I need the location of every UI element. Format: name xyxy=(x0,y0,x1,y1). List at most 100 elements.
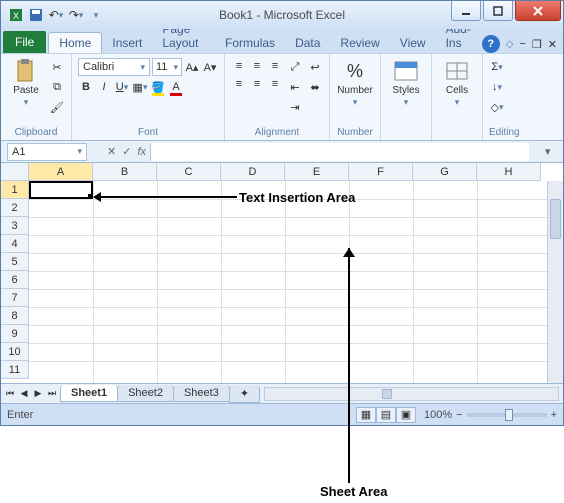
maximize-button[interactable] xyxy=(483,1,513,21)
tab-data[interactable]: Data xyxy=(285,33,330,53)
sheet-tab-1[interactable]: Sheet1 xyxy=(60,385,118,402)
sheet-tab-bar: ⏮ ◀ ▶ ⏭ Sheet1 Sheet2 Sheet3 ✦ xyxy=(1,383,563,403)
decrease-indent-icon[interactable]: ⇤ xyxy=(287,78,303,96)
font-name-select[interactable]: Calibri▾ xyxy=(78,58,150,76)
row-header-11[interactable]: 11 xyxy=(1,361,29,379)
align-bottom-icon[interactable]: ≡ xyxy=(267,58,283,74)
autosum-icon[interactable]: Σ▾ xyxy=(489,58,505,76)
col-header-b[interactable]: B xyxy=(93,163,157,181)
bold-button[interactable]: B xyxy=(78,78,94,96)
align-right-icon[interactable]: ≡ xyxy=(267,76,283,92)
qat-customize-icon[interactable]: ▾ xyxy=(87,6,105,24)
sheet-tab-3[interactable]: Sheet3 xyxy=(173,385,230,402)
doc-close-icon[interactable]: ✕ xyxy=(548,38,557,51)
help-icon[interactable]: ? xyxy=(482,35,500,53)
cut-icon[interactable]: ✂ xyxy=(49,58,65,76)
col-header-g[interactable]: G xyxy=(413,163,477,181)
paste-button[interactable]: Paste ▾ xyxy=(7,58,45,108)
sheet-nav-next-icon[interactable]: ▶ xyxy=(31,386,45,402)
col-header-a[interactable]: A xyxy=(29,163,93,181)
fx-icon[interactable]: fx xyxy=(137,146,146,158)
sheet-tab-2[interactable]: Sheet2 xyxy=(117,385,174,402)
clear-icon[interactable]: ◇▾ xyxy=(489,98,505,116)
expand-formula-bar-icon[interactable]: ▾ xyxy=(545,145,559,159)
row-header-8[interactable]: 8 xyxy=(1,307,29,325)
align-left-icon[interactable]: ≡ xyxy=(231,76,247,92)
normal-view-icon[interactable]: ▦ xyxy=(356,407,376,423)
row-header-10[interactable]: 10 xyxy=(1,343,29,361)
page-layout-view-icon[interactable]: ▤ xyxy=(376,407,396,423)
increase-indent-icon[interactable]: ⇥ xyxy=(287,98,303,116)
col-header-d[interactable]: D xyxy=(221,163,285,181)
status-bar: Enter ▦ ▤ ▣ 100% − + xyxy=(1,403,563,425)
tab-view[interactable]: View xyxy=(390,33,436,53)
doc-restore-icon[interactable]: ❐ xyxy=(532,38,542,51)
zoom-level[interactable]: 100% xyxy=(424,409,452,421)
align-top-icon[interactable]: ≡ xyxy=(231,58,247,74)
name-box[interactable]: A1▾ xyxy=(7,143,87,161)
sheet-nav-prev-icon[interactable]: ◀ xyxy=(17,386,31,402)
col-header-h[interactable]: H xyxy=(477,163,541,181)
row-header-7[interactable]: 7 xyxy=(1,289,29,307)
row-header-2[interactable]: 2 xyxy=(1,199,29,217)
grow-font-icon[interactable]: A▴ xyxy=(184,58,200,76)
underline-button[interactable]: U▾ xyxy=(114,78,130,96)
zoom-out-button[interactable]: − xyxy=(456,409,462,421)
wrap-text-icon[interactable]: ↩ xyxy=(307,58,323,76)
fill-color-icon[interactable]: 🪣 xyxy=(150,78,166,96)
select-all-corner[interactable] xyxy=(1,163,29,181)
tab-formulas[interactable]: Formulas xyxy=(215,33,285,53)
page-break-view-icon[interactable]: ▣ xyxy=(396,407,416,423)
row-header-6[interactable]: 6 xyxy=(1,271,29,289)
new-sheet-button[interactable]: ✦ xyxy=(229,385,260,403)
shrink-font-icon[interactable]: A▾ xyxy=(202,58,218,76)
close-button[interactable] xyxy=(515,1,561,21)
doc-minimize-icon[interactable]: − xyxy=(519,38,525,50)
align-center-icon[interactable]: ≡ xyxy=(249,76,265,92)
save-icon[interactable] xyxy=(27,6,45,24)
col-header-f[interactable]: F xyxy=(349,163,413,181)
row-header-3[interactable]: 3 xyxy=(1,217,29,235)
row-header-1[interactable]: 1 xyxy=(1,181,29,199)
fill-icon[interactable]: ↓▾ xyxy=(489,78,505,96)
tab-insert[interactable]: Insert xyxy=(102,33,152,53)
copy-icon[interactable]: ⧉ xyxy=(49,78,65,96)
undo-icon[interactable]: ↶▾ xyxy=(47,6,65,24)
row-header-9[interactable]: 9 xyxy=(1,325,29,343)
zoom-slider[interactable] xyxy=(467,413,547,417)
align-middle-icon[interactable]: ≡ xyxy=(249,58,265,74)
font-size-select[interactable]: 11▾ xyxy=(152,58,182,76)
selected-cell[interactable] xyxy=(29,181,93,199)
border-icon[interactable]: ▦▾ xyxy=(132,78,148,96)
formula-bar[interactable] xyxy=(150,143,529,161)
format-painter-icon[interactable]: 🖌 xyxy=(49,98,65,116)
number-format-button[interactable]: % Number ▾ xyxy=(336,58,374,108)
enter-formula-icon[interactable]: ✓ xyxy=(122,145,131,158)
cancel-formula-icon[interactable]: ✕ xyxy=(107,145,116,158)
horizontal-scrollbar[interactable] xyxy=(264,387,559,401)
row-header-5[interactable]: 5 xyxy=(1,253,29,271)
tab-home[interactable]: Home xyxy=(48,32,102,53)
tab-review[interactable]: Review xyxy=(330,33,389,53)
orientation-icon[interactable]: ⤢ xyxy=(287,58,303,76)
styles-button[interactable]: Styles ▾ xyxy=(387,58,425,108)
cell-grid[interactable] xyxy=(29,181,563,383)
merge-center-icon[interactable]: ⬌ xyxy=(307,78,323,96)
cells-button[interactable]: Cells ▾ xyxy=(438,58,476,108)
minimize-button[interactable] xyxy=(451,1,481,21)
col-header-e[interactable]: E xyxy=(285,163,349,181)
vertical-scrollbar[interactable] xyxy=(547,181,563,383)
ribbon-options-icon[interactable]: ◇ xyxy=(506,39,514,50)
italic-button[interactable]: I xyxy=(96,78,112,96)
redo-icon[interactable]: ↷▾ xyxy=(67,6,85,24)
font-color-icon[interactable]: A xyxy=(168,78,184,96)
tab-file[interactable]: File xyxy=(3,31,46,53)
group-font: Calibri▾ 11▾ A▴ A▾ B I U▾ ▦▾ 🪣 A Fon xyxy=(72,54,225,140)
sheet-nav-last-icon[interactable]: ⏭ xyxy=(45,386,59,402)
row-header-4[interactable]: 4 xyxy=(1,235,29,253)
zoom-in-button[interactable]: + xyxy=(551,409,557,421)
cells-icon xyxy=(444,58,470,84)
quick-access-toolbar: X ↶▾ ↷▾ ▾ xyxy=(1,6,105,24)
sheet-nav-first-icon[interactable]: ⏮ xyxy=(3,386,17,402)
col-header-c[interactable]: C xyxy=(157,163,221,181)
